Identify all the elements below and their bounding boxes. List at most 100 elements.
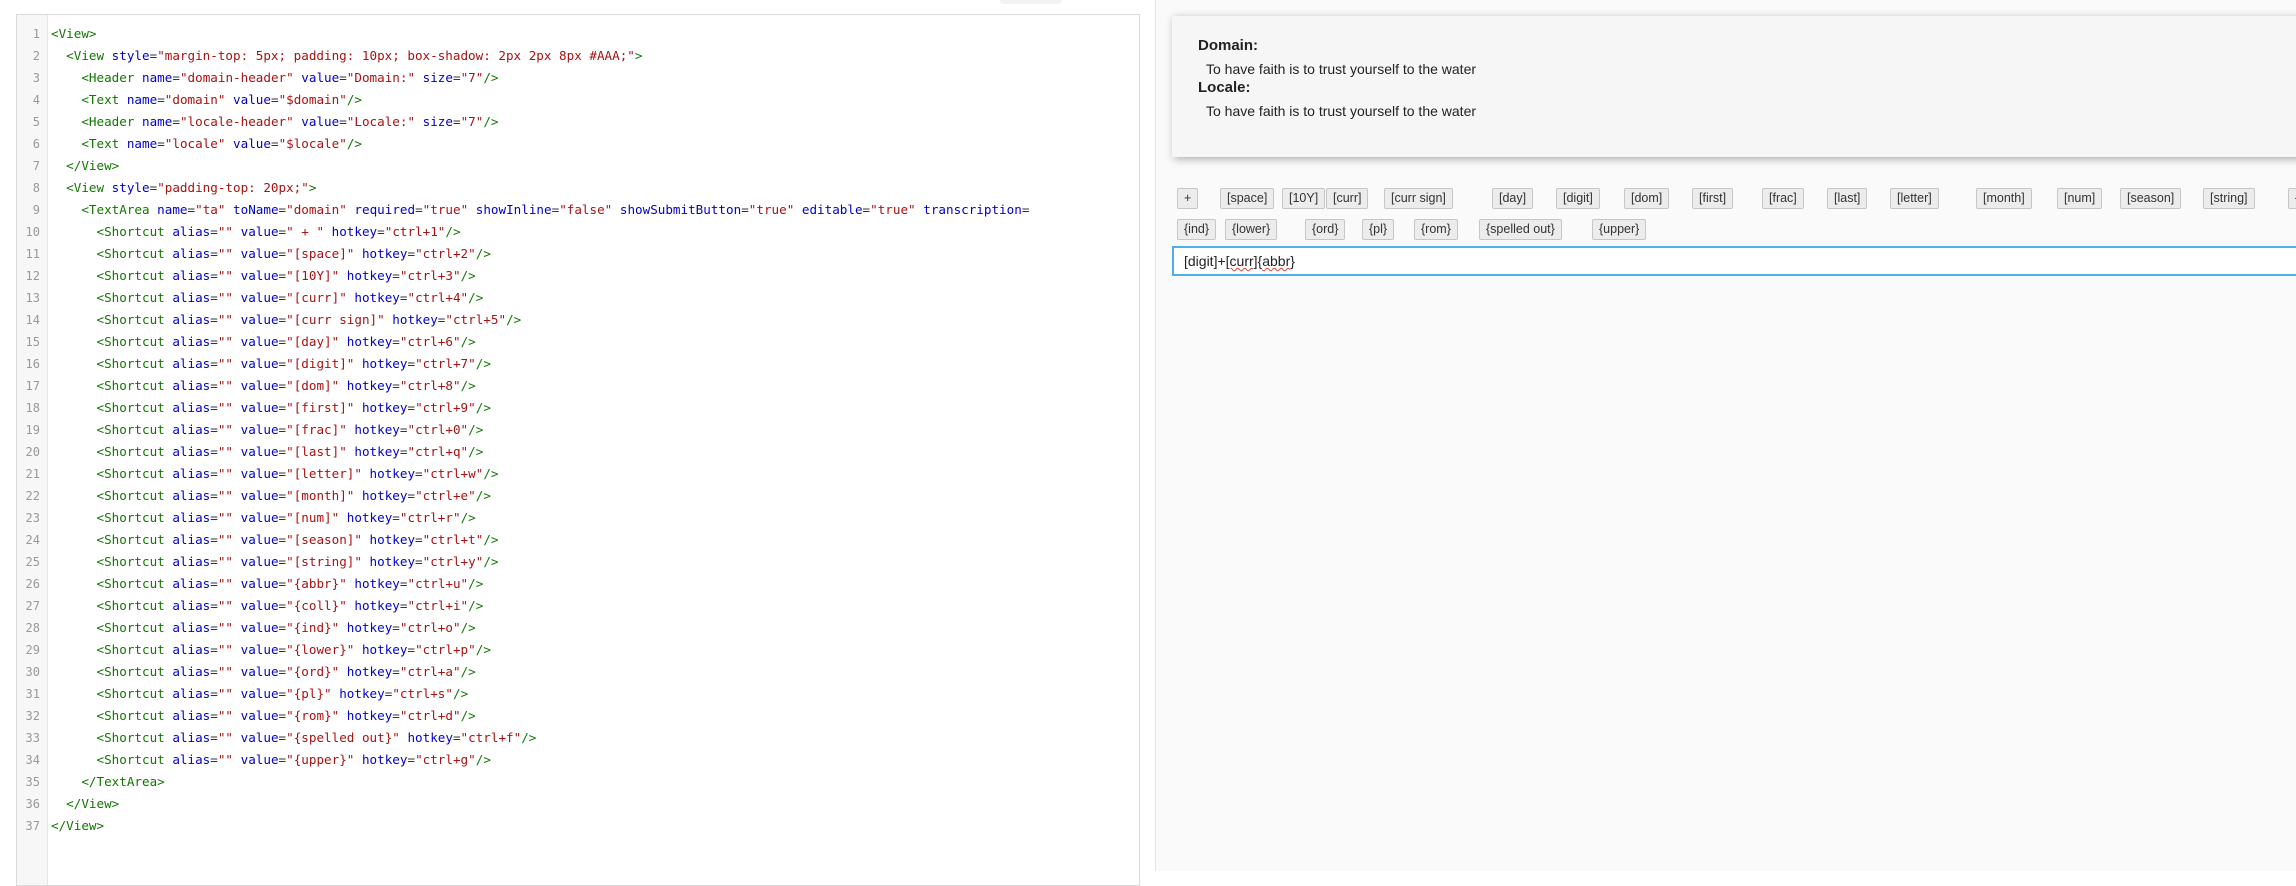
shortcut-button[interactable]: [curr sign] (1384, 188, 1453, 209)
code-token: "ctrl+u" (407, 576, 469, 591)
code-token: <Shortcut (96, 642, 173, 657)
code-token: value (240, 356, 279, 371)
code-token: = (278, 422, 287, 437)
code-token: "[curr]" (286, 290, 347, 305)
code-token: <Shortcut (96, 510, 173, 525)
code-token: > (634, 48, 643, 63)
shortcut-button[interactable]: [string] (2203, 188, 2255, 209)
code-token: alias (172, 554, 211, 569)
answer-text-part: [digit]+ (1184, 253, 1226, 269)
code-token: /> (475, 400, 491, 415)
code-line: <Shortcut alias="" value=" + " hotkey="c… (51, 221, 461, 243)
shortcut-button[interactable]: {upper} (1592, 219, 1647, 240)
shortcut-button[interactable]: {spelled out} (1479, 219, 1562, 240)
code-editor[interactable]: 1 2 3 4 5 6 7 8 9 10 11 12 13 14 15 16 17 18 19 20 21 22 23 24 2… (16, 14, 1140, 886)
line-number: 16 (25, 357, 40, 371)
code-token: "7" (460, 114, 484, 129)
code-token: <Shortcut (96, 532, 173, 547)
code-token: hotkey (361, 642, 408, 657)
code-token: "true" (748, 202, 795, 217)
code-token: value (240, 510, 279, 525)
code-token: " + " (286, 224, 325, 239)
code-token: = (270, 92, 279, 107)
shortcut-button[interactable]: [space] (1220, 188, 1275, 209)
code-token: value (240, 268, 279, 283)
shortcut-button[interactable]: [season] (2120, 188, 2182, 209)
shortcut-button[interactable]: {lower} (1225, 219, 1278, 240)
code-token: "[curr sign]" (286, 312, 385, 327)
shortcut-button[interactable]: [curr] (1326, 188, 1369, 209)
code-token: "ctrl+9" (415, 400, 476, 415)
code-token: "{rom}" (286, 708, 340, 723)
code-token: value (240, 642, 279, 657)
code-token: alias (172, 686, 211, 701)
code-token: "ctrl+q" (407, 444, 469, 459)
code-token: value (240, 598, 279, 613)
code-token: "" (217, 444, 234, 459)
code-line: <Shortcut alias="" value="[string]" hotk… (51, 551, 499, 573)
code-token: = (278, 664, 287, 679)
code-token: = (452, 730, 461, 745)
code-token: "" (217, 488, 234, 503)
code-token: /> (346, 136, 362, 151)
answer-text-misspelled: abbr (1262, 253, 1291, 269)
code-token: = (392, 510, 400, 525)
answer-input[interactable]: [digit]+[curr]{abbr} (1172, 246, 2296, 276)
shortcut-button[interactable]: [frac] (1762, 188, 1804, 209)
shortcut-button[interactable]: [first] (1692, 188, 1734, 209)
top-tab[interactable] (1000, 0, 1062, 4)
code-token: "ctrl+t" (422, 532, 484, 547)
code-token: = (210, 246, 218, 261)
shortcut-button[interactable]: + (1177, 188, 1199, 209)
code-token: <View (66, 48, 112, 63)
code-line: <Shortcut alias="" value="{ord}" hotkey=… (51, 661, 476, 683)
code-token: = (278, 554, 287, 569)
shortcut-button[interactable]: {rom} (1414, 219, 1458, 240)
shortcut-button[interactable]: [last] (1827, 188, 1868, 209)
code-line: <Shortcut alias="" value="{abbr}" hotkey… (51, 573, 484, 595)
code-token: "ctrl+w" (422, 466, 484, 481)
shortcut-button[interactable]: [letter] (1890, 188, 1939, 209)
shortcut-button[interactable]: {ind} (1177, 219, 1217, 240)
shortcut-button[interactable]: [dom] (1624, 188, 1670, 209)
code-token: /> (452, 686, 469, 701)
code-token: "ctrl+6" (399, 334, 461, 349)
code-line: <Shortcut alias="" value="{coll}" hotkey… (51, 595, 484, 617)
code-token: /> (506, 312, 522, 327)
code-token: "{spelled out}" (286, 730, 400, 745)
code-token: = (278, 686, 287, 701)
shortcut-button[interactable]: [digit] (1556, 188, 1600, 209)
code-token: <Shortcut (96, 686, 173, 701)
answer-text-misspelled: [curr] (1225, 253, 1258, 269)
code-token: <Shortcut (96, 752, 173, 767)
code-token: /> (468, 576, 484, 591)
shortcut-button[interactable]: [day] (1492, 188, 1534, 209)
code-token: = (278, 400, 287, 415)
shortcut-button[interactable]: {ord} (1305, 219, 1346, 240)
line-number: 7 (32, 159, 40, 173)
code-token: = (210, 532, 218, 547)
code-token: "true" (870, 202, 916, 217)
code-token: "domain" (286, 202, 347, 217)
line-number: 23 (25, 511, 40, 525)
code-token: = (392, 664, 400, 679)
shortcut-button[interactable]: [month] (1976, 188, 2032, 209)
shortcut-button[interactable]: [10Y] (1282, 188, 1326, 209)
code-token: <Shortcut (96, 268, 173, 283)
code-token: /> (468, 444, 484, 459)
shortcut-button[interactable]: {abbr} (2288, 188, 2296, 209)
shortcut-button[interactable]: [num] (2057, 188, 2103, 209)
shortcut-button[interactable]: {pl} (1362, 219, 1395, 240)
line-number: 1 (32, 27, 40, 41)
